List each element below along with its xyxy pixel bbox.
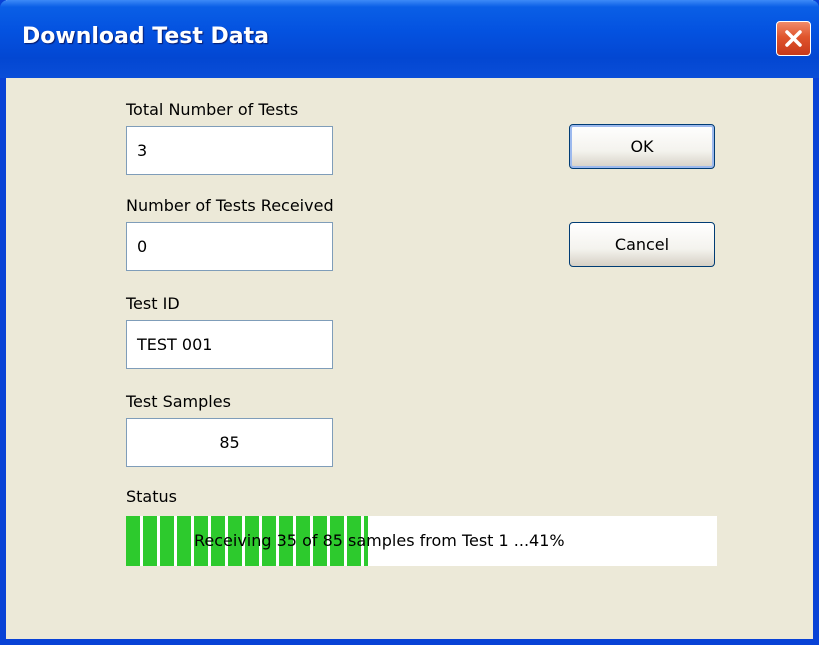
tests-received-label: Number of Tests Received (126, 196, 334, 215)
test-id-label: Test ID (126, 294, 180, 313)
total-tests-label: Total Number of Tests (126, 100, 299, 119)
status-label: Status (126, 487, 177, 506)
status-text: Receiving 35 of 85 samples from Test 1 .… (194, 531, 565, 550)
test-id-field[interactable]: TEST 001 (126, 320, 333, 369)
window-title: Download Test Data (22, 24, 270, 49)
tests-received-field[interactable]: 0 (126, 222, 333, 271)
cancel-button[interactable]: Cancel (569, 222, 715, 267)
status-progress-bar: Receiving 35 of 85 samples from Test 1 .… (126, 516, 717, 566)
close-button[interactable] (776, 21, 811, 56)
close-icon (785, 30, 802, 47)
title-bar: Download Test Data (0, 0, 819, 78)
test-samples-field[interactable]: 85 (126, 418, 333, 467)
test-samples-label: Test Samples (126, 392, 231, 411)
total-tests-field[interactable]: 3 (126, 126, 333, 175)
dialog-window: Download Test Data Total Number of Tests… (0, 0, 819, 645)
ok-button[interactable]: OK (569, 124, 715, 169)
